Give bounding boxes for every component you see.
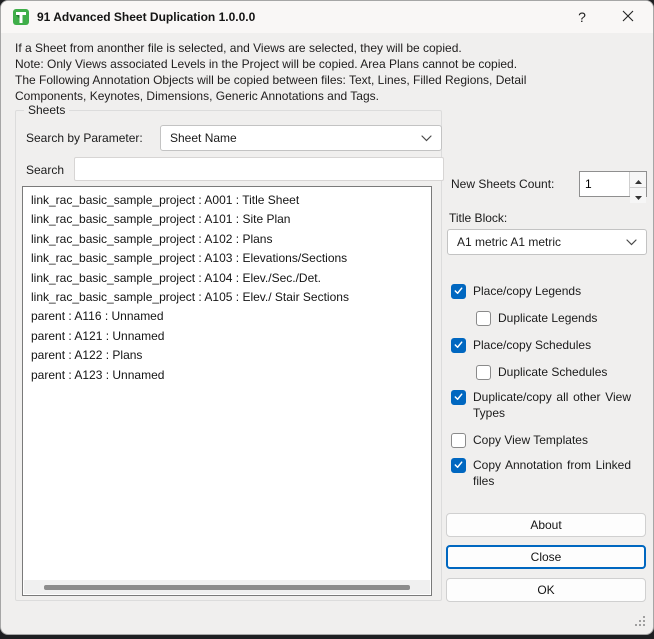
list-item[interactable]: link_rac_basic_sample_project : A101 : S… (23, 210, 431, 229)
check-icon (453, 459, 464, 473)
app-icon (13, 9, 29, 25)
list-item[interactable]: parent : A123 : Unnamed (23, 366, 431, 385)
warning-line: Note: Only Views associated Levels in th… (15, 57, 518, 71)
checkbox-unchecked (451, 433, 466, 448)
checkbox-copy-view-templates[interactable]: Copy View Templates (451, 430, 647, 450)
new-sheets-count-label: New Sheets Count: (451, 177, 555, 191)
ok-button[interactable]: OK (446, 578, 646, 602)
checkbox-duplicate-schedules[interactable]: Duplicate Schedules (476, 362, 647, 382)
warning-line: Components, Keynotes, Dimensions, Generi… (15, 89, 379, 103)
warning-line: The Following Annotation Objects will be… (15, 73, 527, 87)
checkbox-checked (451, 458, 466, 473)
new-sheets-count-input[interactable] (580, 172, 629, 196)
title-block-combobox[interactable]: A1 metric A1 metric (447, 229, 647, 255)
spinner-buttons (629, 172, 646, 203)
list-item[interactable]: parent : A116 : Unnamed (23, 307, 431, 326)
sheet-listbox: link_rac_basic_sample_project : A001 : T… (22, 186, 432, 596)
list-item[interactable]: link_rac_basic_sample_project : A103 : E… (23, 249, 431, 268)
checkbox-label: Duplicate Schedules (498, 364, 608, 379)
checkbox-copy-annotation-from-linked-files[interactable]: Copy Annotation from Linked files (451, 457, 647, 491)
close-icon (622, 9, 634, 25)
list-item[interactable]: parent : A122 : Plans (23, 346, 431, 365)
list-item[interactable]: link_rac_basic_sample_project : A105 : E… (23, 288, 431, 307)
list-item[interactable]: link_rac_basic_sample_project : A001 : T… (23, 191, 431, 210)
checkbox-duplicate-copy-all-other-view-types[interactable]: Duplicate/copy all other View Types (451, 389, 647, 423)
checkbox-unchecked (476, 365, 491, 380)
checkbox-label: Copy Annotation from Linked files (473, 458, 631, 488)
sheets-group: Sheets Search by Parameter: Sheet Name S… (15, 103, 444, 601)
list-item[interactable]: link_rac_basic_sample_project : A102 : P… (23, 230, 431, 249)
horizontal-scrollbar[interactable] (24, 580, 430, 594)
list-item[interactable]: parent : A121 : Unnamed (23, 327, 431, 346)
check-icon (453, 339, 464, 353)
spin-up-button[interactable] (630, 172, 646, 188)
checkbox-place-copy-legends[interactable]: Place/copy Legends (451, 281, 647, 301)
title-block-label: Title Block: (449, 211, 508, 225)
about-button[interactable]: About (446, 513, 646, 537)
checkbox-label: Place/copy Schedules (473, 337, 592, 352)
checkbox-unchecked (476, 311, 491, 326)
search-label: Search (26, 163, 65, 177)
new-sheets-count-spinner (579, 171, 647, 203)
close-button[interactable]: Close (446, 545, 646, 569)
check-icon (453, 285, 464, 299)
spin-down-button[interactable] (630, 188, 646, 203)
checkbox-label: Duplicate Legends (498, 310, 598, 325)
parameter-combobox-value: Sheet Name (170, 131, 237, 145)
checkbox-checked (451, 338, 466, 353)
title-block-combobox-value: A1 metric A1 metric (457, 235, 562, 249)
check-icon (453, 391, 464, 405)
dialog-window: 91 Advanced Sheet Duplication 1.0.0.0 ? … (0, 0, 654, 635)
checkbox-duplicate-legends[interactable]: Duplicate Legends (476, 308, 647, 328)
checkbox-place-copy-schedules[interactable]: Place/copy Schedules (451, 335, 647, 355)
chevron-down-icon (626, 235, 637, 249)
titlebar: 91 Advanced Sheet Duplication 1.0.0.0 ? (1, 1, 653, 33)
checkbox-checked (451, 284, 466, 299)
help-button[interactable]: ? (565, 1, 599, 33)
parameter-combobox[interactable]: Sheet Name (160, 125, 442, 151)
warning-text: If a Sheet from anonther file is selecte… (15, 40, 526, 104)
search-input[interactable] (74, 157, 444, 181)
window-close-button[interactable] (611, 1, 645, 33)
chevron-down-icon (421, 131, 432, 145)
new-sheets-count-row: New Sheets Count: (447, 171, 647, 203)
checkbox-checked (451, 390, 466, 405)
arrow-down-icon (634, 188, 642, 203)
sheets-group-label: Sheets (24, 103, 70, 118)
taskbar-edge (0, 635, 654, 639)
checkbox-label: Place/copy Legends (473, 283, 582, 298)
resize-grip[interactable] (635, 616, 647, 628)
sheet-list: link_rac_basic_sample_project : A001 : T… (23, 187, 431, 385)
search-by-parameter-label: Search by Parameter: (26, 131, 143, 145)
screen: 91 Advanced Sheet Duplication 1.0.0.0 ? … (0, 0, 654, 639)
options-checkboxes: Place/copy Legends Duplicate Legends Place… (447, 281, 647, 491)
checkbox-label: Copy View Templates (473, 432, 588, 447)
warning-line: If a Sheet from anonther file is selecte… (15, 41, 462, 55)
checkbox-label: Duplicate/copy all other View Types (473, 390, 631, 420)
options-panel: New Sheets Count: Title Block: A1 metr (447, 171, 647, 498)
list-item[interactable]: link_rac_basic_sample_project : A104 : E… (23, 269, 431, 288)
window-title: 91 Advanced Sheet Duplication 1.0.0.0 (37, 10, 256, 24)
scrollbar-thumb[interactable] (44, 585, 410, 590)
arrow-up-icon (634, 172, 642, 187)
